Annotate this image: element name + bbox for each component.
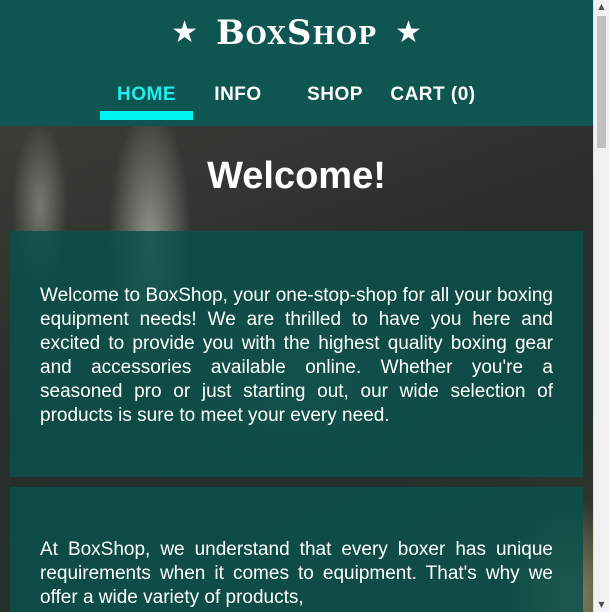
intro-card: Welcome to BoxShop, your one-stop-shop f… xyxy=(10,231,583,477)
star-icon: ★ xyxy=(171,15,198,50)
scroll-up-icon[interactable]: ▲ xyxy=(594,0,609,14)
logo[interactable]: ★ BoxShop ★ xyxy=(0,10,593,56)
site-header: ★ BoxShop ★ HOME INFO SHOP CART (0) xyxy=(0,0,593,126)
nav-shop[interactable]: SHOP xyxy=(290,84,380,120)
logo-text: BoxShop xyxy=(215,13,378,53)
about-card: At BoxShop, we understand that every box… xyxy=(10,487,583,612)
vertical-scrollbar[interactable]: ▲ ▼ xyxy=(593,0,609,612)
nav-info-label: INFO xyxy=(214,84,262,105)
intro-paragraph: Welcome to BoxShop, your one-stop-shop f… xyxy=(40,285,553,426)
nav-home-label: HOME xyxy=(117,84,176,105)
star-icon: ★ xyxy=(395,15,422,50)
page-title: Welcome! xyxy=(207,155,386,197)
page: ★ BoxShop ★ HOME INFO SHOP CART (0) Welc… xyxy=(0,0,609,612)
about-paragraph: At BoxShop, we understand that every box… xyxy=(40,539,553,608)
nav-cart[interactable]: CART (0) xyxy=(386,84,480,120)
scroll-down-icon[interactable]: ▼ xyxy=(594,598,609,612)
nav-home[interactable]: HOME xyxy=(100,84,193,120)
active-indicator xyxy=(100,111,193,120)
nav-info[interactable]: INFO xyxy=(193,84,283,120)
scroll-thumb[interactable] xyxy=(597,16,606,148)
nav-shop-label: SHOP xyxy=(307,84,363,105)
main-nav: HOME INFO SHOP CART (0) xyxy=(100,84,480,124)
nav-cart-label: CART (0) xyxy=(390,84,476,105)
